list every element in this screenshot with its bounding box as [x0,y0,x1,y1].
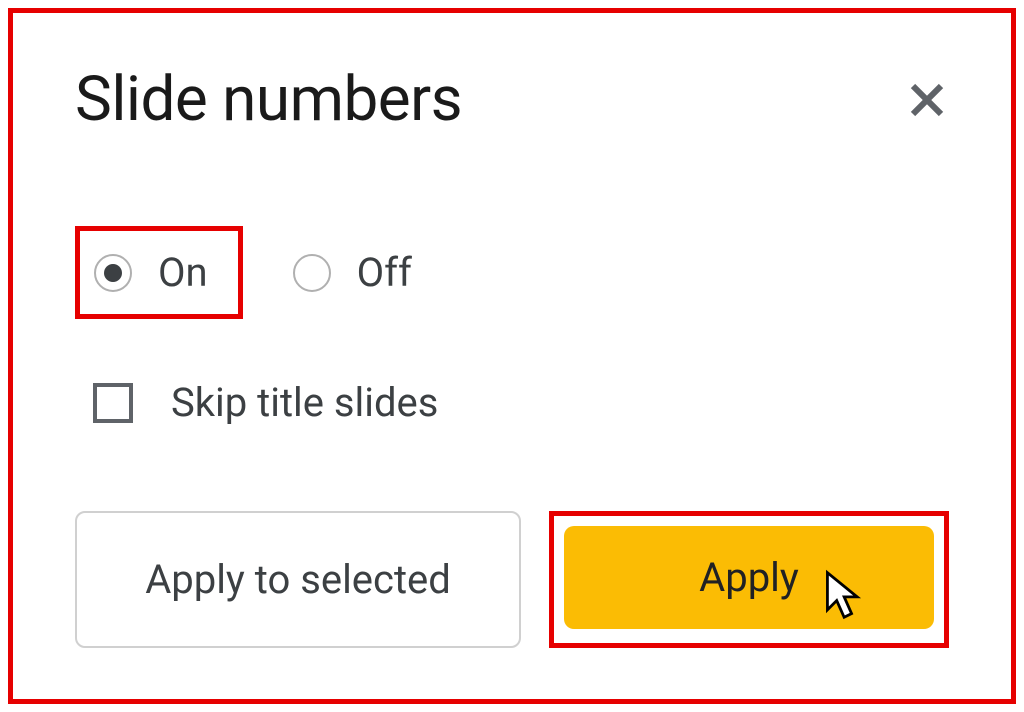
close-icon [906,79,948,121]
dialog-container: Slide numbers On Off Skip title slides [8,8,1016,704]
apply-to-selected-button[interactable]: Apply to selected [75,511,521,648]
radio-label-off: Off [357,249,412,296]
apply-label: Apply [699,554,799,601]
dialog-header: Slide numbers [75,63,949,136]
radio-option-on[interactable]: On [94,249,208,296]
highlight-on-option: On [75,226,243,319]
apply-button[interactable]: Apply [564,526,934,629]
button-row: Apply to selected Apply [75,511,949,648]
close-button[interactable] [905,78,949,122]
highlight-apply-button: Apply [549,511,949,648]
checkbox-row-skip-title: Skip title slides [93,379,949,426]
radio-label-on: On [158,249,208,296]
cursor-icon [823,569,869,621]
checkbox-label-skip-title: Skip title slides [171,379,438,426]
checkbox-skip-title[interactable] [93,383,133,423]
dialog-title: Slide numbers [75,63,462,136]
radio-group-slide-numbers: On Off [75,226,949,319]
radio-icon [94,254,132,292]
radio-option-off[interactable]: Off [293,249,412,296]
radio-icon [293,254,331,292]
apply-to-selected-label: Apply to selected [145,556,451,603]
